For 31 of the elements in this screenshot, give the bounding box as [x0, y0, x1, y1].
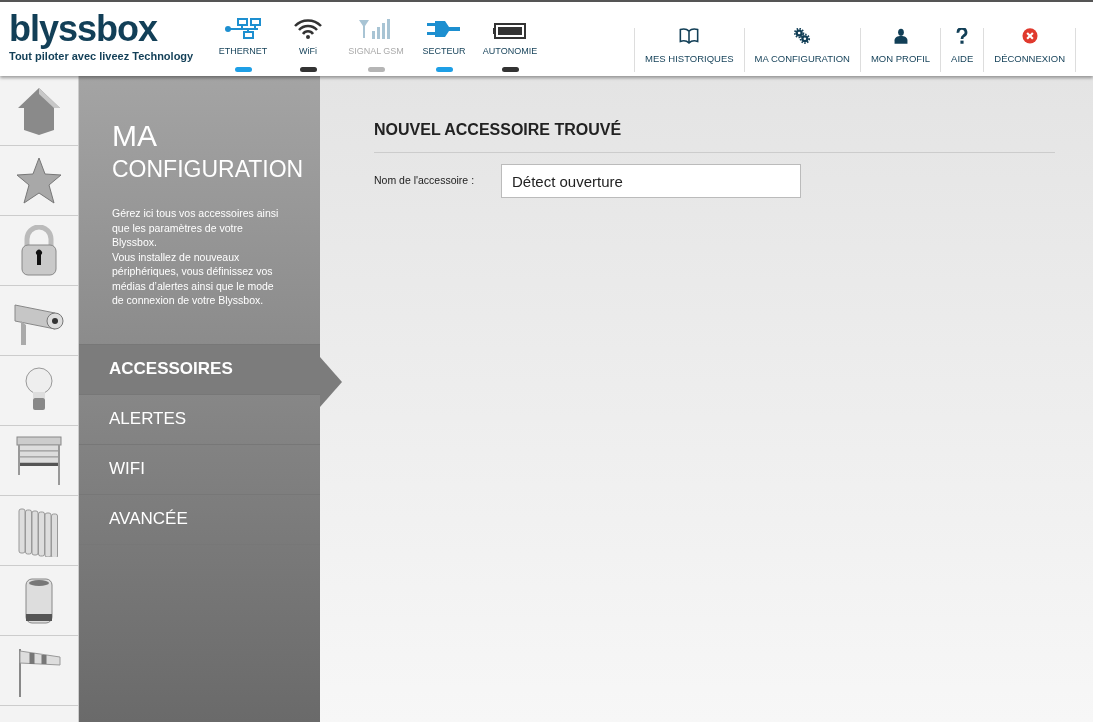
plug-icon — [427, 18, 461, 40]
wifi-icon — [293, 18, 323, 40]
accessory-name-input[interactable]: Détect ouverture — [501, 164, 801, 198]
status-label: AUTONOMIE — [482, 45, 538, 58]
panel-title: CONFIGURATION — [112, 155, 305, 184]
question-mark-icon — [955, 28, 970, 44]
status-label: SIGNAL GSM — [348, 45, 404, 58]
logo-wordmark: blyssbox — [9, 10, 159, 48]
field-label: Nom de l'accessoire : — [374, 173, 476, 189]
selection-pointer-icon — [320, 357, 342, 407]
network-icon — [224, 18, 262, 40]
top-nav-button[interactable]: MON PROFIL — [859, 28, 941, 72]
panel-description: Vous installez de nouveaux périphériques, vous définissez vos médias d’alertes ainsi que le mode de connexion de votre Blyssbox. — [112, 249, 275, 308]
top-nav-button[interactable]: DÉCONNEXION — [983, 28, 1076, 72]
status-label: ETHERNET — [218, 45, 268, 58]
signal-bars-icon — [359, 18, 393, 40]
status-label: WiFi — [299, 45, 317, 58]
star-icon — [16, 155, 62, 206]
top-nav-button[interactable]: MA CONFIGURATION — [743, 28, 860, 72]
battery-icon — [493, 22, 527, 40]
top-nav-button[interactable]: AIDE — [940, 28, 984, 72]
logo-tagline: Tout piloter avec liveez Technology — [9, 49, 195, 64]
padlock-icon — [19, 224, 59, 277]
section-title: NOUVEL ACCESSOIRE TROUVÉ — [374, 118, 1055, 153]
roller-shutter-icon — [15, 434, 63, 487]
panel-description: Gérez ici tous vos accessoires ainsi que les paramètres de votre Blyssbox. — [112, 206, 280, 250]
status-label: SECTEUR — [422, 45, 466, 58]
cylinder-sensor-icon — [24, 575, 54, 626]
top-nav-button[interactable]: MES HISTORIQUES — [634, 28, 744, 72]
panel-title: MA — [112, 120, 158, 152]
house-icon — [16, 85, 62, 136]
